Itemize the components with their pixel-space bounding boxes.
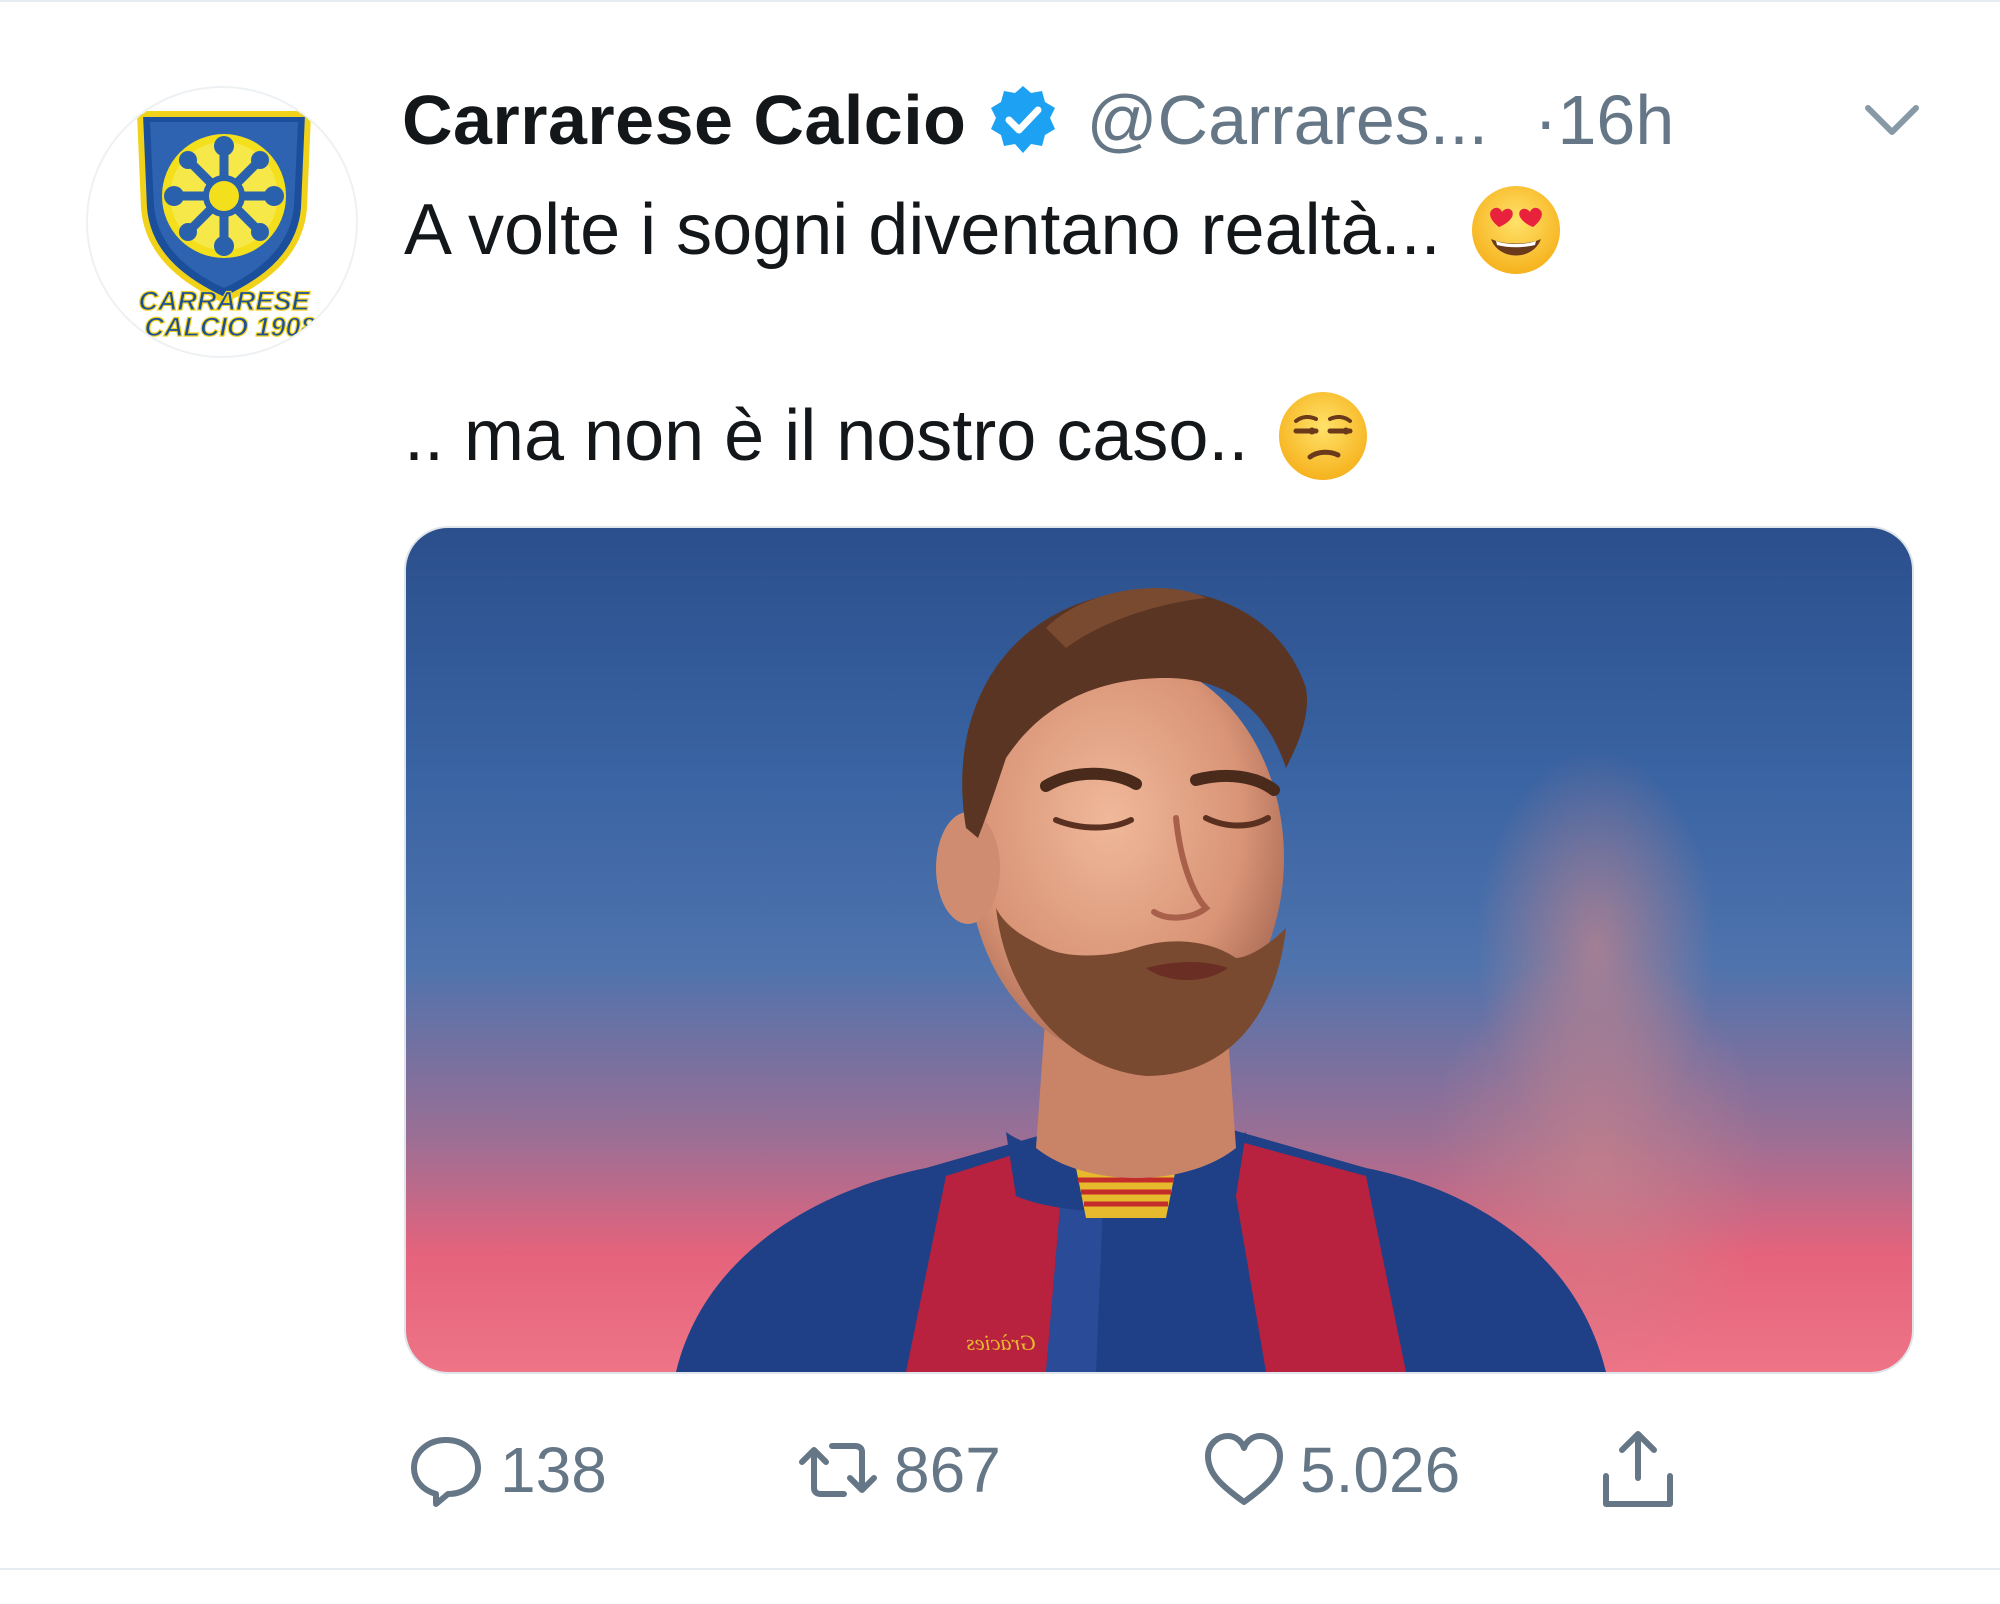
time-separator: · (1534, 81, 1558, 159)
svg-text:CALCIO 1908: CALCIO 1908 (144, 312, 315, 342)
tweet-media-photo[interactable]: Gràcies (404, 526, 1914, 1374)
retweet-button[interactable]: 867 (796, 1420, 1001, 1520)
share-button[interactable] (1596, 1420, 1694, 1520)
author-handle[interactable]: @Carrares... (1086, 80, 1488, 160)
author-avatar[interactable]: CARRARESE CALCIO 1908 (86, 86, 358, 358)
tweet-header: Carrarese Calcio @Carrares... · 16h (402, 74, 1674, 166)
author-name[interactable]: Carrarese Calcio (402, 80, 966, 160)
reply-count: 138 (500, 1434, 607, 1506)
like-count: 5.026 (1300, 1434, 1461, 1506)
player-photo: Gràcies (676, 588, 1766, 1372)
verified-badge-icon (986, 83, 1060, 157)
tweet-text: A volte i sogni diventano realtà... (404, 190, 1441, 270)
heart-eyes-emoji-icon (1469, 183, 1563, 277)
unamused-emoji-icon (1276, 389, 1370, 483)
share-icon (1603, 1431, 1673, 1507)
tweet-divider (0, 1568, 2000, 1570)
tweet-text: .. ma non è il nostro caso.. (404, 396, 1249, 476)
tweet-actions: 138 867 5.026 (0, 1420, 2000, 1520)
reply-button[interactable]: 138 (406, 1420, 607, 1520)
reply-icon (411, 1437, 481, 1507)
retweet-icon (799, 1443, 877, 1497)
chevron-down-icon[interactable] (1860, 98, 1924, 142)
tweet-text-line-1: A volte i sogni diventano realtà... (404, 180, 1563, 280)
heart-icon (1205, 1433, 1283, 1505)
tweet-timestamp[interactable]: 16h (1557, 80, 1674, 160)
carrarese-crest-logo: CARRARESE CALCIO 1908 (136, 111, 316, 343)
like-button[interactable]: 5.026 (1202, 1420, 1460, 1520)
jersey-text: Gràcies (966, 1330, 1036, 1355)
tweet-text-line-2: .. ma non è il nostro caso.. (404, 386, 1370, 486)
tweet[interactable]: CARRARESE CALCIO 1908 Carrarese Calcio @… (0, 0, 2000, 1604)
retweet-count: 867 (894, 1434, 1001, 1506)
